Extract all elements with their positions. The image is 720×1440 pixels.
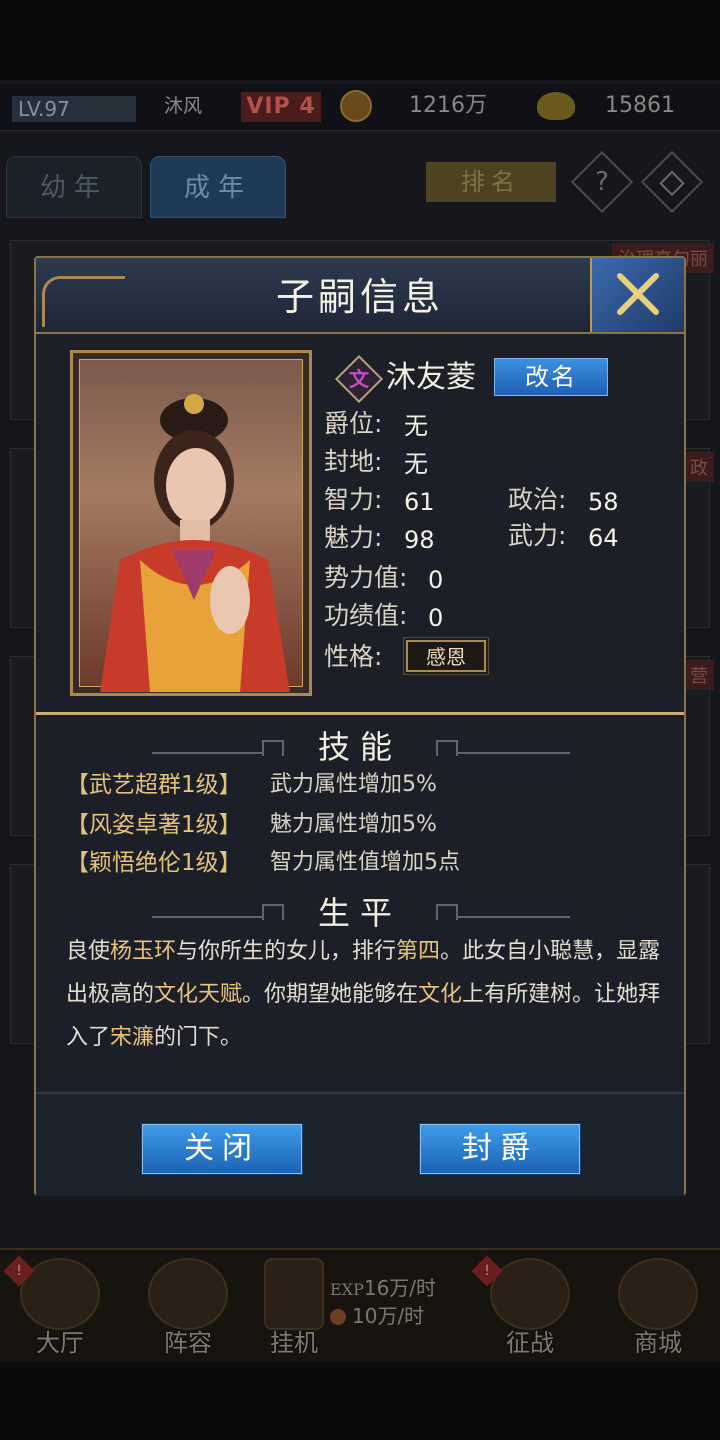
ingot-count: 15861 (605, 93, 675, 118)
skill-name: 【武艺超群1级】 (66, 772, 242, 798)
idle-rate: EXP16万/时 10万/时 (330, 1275, 436, 1329)
skill-desc: 魅力属性增加5% (270, 812, 437, 837)
divider (36, 712, 684, 715)
tab-adulthood[interactable]: 成年 (150, 156, 286, 218)
merit-label: 功绩值: (324, 601, 408, 630)
skill-desc: 智力属性值增加5点 (270, 850, 460, 875)
rank-title-label: 爵位: (324, 409, 383, 438)
close-button[interactable] (590, 258, 684, 332)
child-portrait (70, 350, 312, 696)
vip-badge[interactable]: VIP 4 (241, 92, 321, 122)
charm-label: 魅力: (324, 523, 383, 552)
merit-value: 0 (428, 604, 444, 632)
intelligence-label: 智力: (324, 485, 383, 514)
exp-rate: 16万/时 (363, 1276, 437, 1300)
portrait-image (79, 359, 303, 692)
exp-icon: EXP (330, 1280, 364, 1299)
close-icon (617, 273, 659, 315)
influence-value: 0 (428, 566, 444, 594)
personality-label: 性格: (324, 642, 383, 671)
child-name: 沐友菱 (386, 360, 476, 395)
tab-childhood[interactable]: 幼年 (6, 156, 142, 218)
nav-shop[interactable]: 商城 (598, 1250, 718, 1362)
force-value: 64 (588, 524, 619, 552)
fief-value: 无 (404, 450, 428, 478)
alert-badge-icon: ! (3, 1255, 35, 1287)
copper-coin-icon (340, 90, 372, 122)
lady-portrait-icon (100, 394, 290, 692)
crossed-swords-icon (490, 1258, 570, 1330)
nav-label: 大厅 (36, 1329, 84, 1357)
nav-lineup[interactable]: 阵容 (128, 1250, 248, 1362)
status-tag: 营 (684, 660, 714, 690)
dialog-footer: 关闭 封爵 (36, 1092, 684, 1196)
skill-desc: 武力属性增加5% (270, 772, 437, 797)
rename-button[interactable]: 改名 (494, 358, 608, 396)
coin-count: 1216万 (409, 93, 487, 118)
child-info-dialog: 子嗣信息 文 沐友菱 改名 爵位: 无 封地: 无 智力: 61 政治: 58 … (34, 256, 686, 1196)
dialog-title: 子嗣信息 (275, 275, 444, 319)
alert-badge-icon: ! (471, 1255, 503, 1287)
skills-title: 技能 (317, 728, 402, 766)
politics-label: 政治: (508, 485, 567, 514)
personality-badge: 感恩 (403, 637, 489, 675)
shop-chest-icon (618, 1258, 698, 1330)
ennoble-button[interactable]: 封爵 (420, 1124, 580, 1174)
force-label: 武力: (508, 521, 567, 550)
fief-label: 封地: (324, 447, 383, 476)
nav-campaign[interactable]: ! 征战 (470, 1250, 590, 1362)
intelligence-value: 61 (404, 488, 435, 516)
player-name: 沐风 (163, 95, 202, 117)
lineup-icon (148, 1258, 228, 1330)
hourglass-icon (264, 1258, 324, 1330)
gold-ingot-icon (537, 92, 575, 120)
skill-name: 【颖悟绝伦1级】 (66, 850, 242, 876)
literary-type-badge: 文 (334, 354, 384, 404)
dialog-header: 子嗣信息 (36, 258, 684, 334)
status-tag: 政 (684, 452, 714, 482)
nav-hall[interactable]: ! 大厅 (0, 1250, 120, 1362)
nav-label: 阵容 (164, 1329, 212, 1357)
skill-name: 【风姿卓著1级】 (66, 812, 242, 838)
biography-title: 生平 (317, 894, 402, 932)
politics-value: 58 (588, 488, 619, 516)
charm-value: 98 (404, 526, 435, 554)
question-icon: ? (595, 167, 609, 197)
biography-text: 良使杨玉环与你所生的女儿，排行第四。此女自小聪慧，显露出极高的文化天赋。你期望她… (66, 939, 661, 1050)
influence-label: 势力值: (324, 563, 408, 592)
nav-label: 商城 (634, 1329, 682, 1357)
rank-button[interactable]: 排名 (426, 162, 556, 202)
copper-coin-icon (330, 1309, 346, 1325)
coin-rate: 10万/时 (352, 1304, 425, 1328)
rank-title-value: 无 (404, 412, 428, 440)
close-dialog-button[interactable]: 关闭 (142, 1124, 302, 1174)
player-level: LV.97 (12, 96, 136, 122)
nav-label: 征战 (506, 1329, 554, 1357)
